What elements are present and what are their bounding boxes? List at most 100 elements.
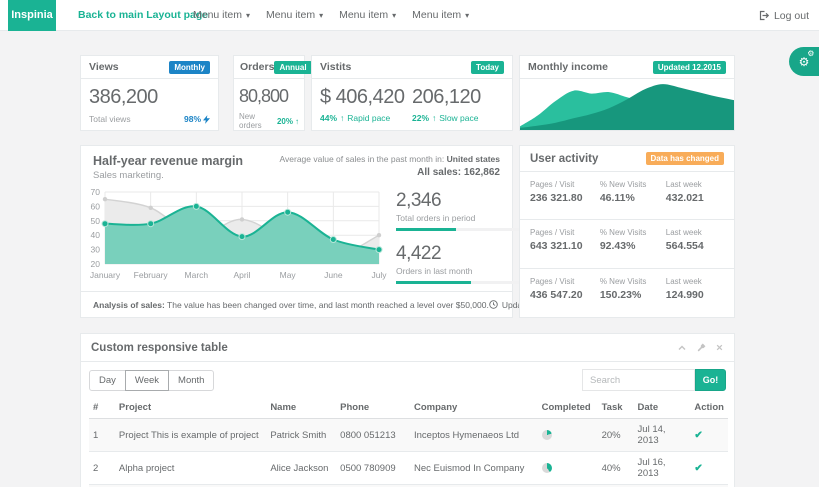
menu-item[interactable]: Menu item (412, 0, 469, 31)
user-activity-cell-label: Pages / Visit (530, 228, 600, 237)
level-up-icon (340, 113, 344, 123)
svg-text:40: 40 (91, 230, 101, 240)
user-activity-cell-label: Last week (666, 277, 724, 286)
views-card-title: Views (89, 61, 119, 73)
monthly-income-card: Monthly income Updated 12.2015 (519, 55, 735, 131)
go-button[interactable]: Go! (695, 369, 726, 391)
vistits-metric-1-label: Rapid pace (347, 113, 390, 123)
level-up-icon (295, 117, 299, 126)
orders-in-period-label: Total orders in period (396, 213, 521, 223)
user-activity-cell-value: 436 547.20 (530, 289, 600, 301)
user-activity-cell-label: % New Visits (600, 228, 666, 237)
cell-task: 20% (598, 419, 634, 452)
svg-text:60: 60 (91, 201, 101, 211)
user-activity-cell: Last week432.021 (666, 180, 724, 219)
user-activity-cell-value: 92.43% (600, 240, 666, 252)
avg-sales-country: United states (447, 154, 500, 164)
user-activity-cell-value: 124.990 (666, 289, 724, 301)
user-activity-cell-value: 432.021 (666, 192, 724, 204)
filter-week-button[interactable]: Week (125, 370, 169, 391)
level-up-icon (432, 113, 436, 123)
user-activity-cell-value: 150.23% (600, 289, 666, 301)
column-header: # (89, 398, 115, 419)
cell-completed (538, 419, 598, 452)
all-sales-value: All sales: 162,862 (280, 167, 501, 178)
svg-text:April: April (233, 270, 250, 280)
user-activity-cell: Pages / Visit 436 547.20 (530, 277, 600, 317)
table-row: 2Alpha projectAlice Jackson0500 780909Ne… (89, 452, 728, 485)
vistits-metric-1: 44% (320, 113, 337, 123)
cell-company: Inceptos Hymenaeos Ltd (410, 419, 538, 452)
wrench-icon[interactable] (696, 343, 706, 353)
menu-item[interactable]: Menu item (193, 0, 250, 31)
revenue-panel-subtitle: Sales marketing. (93, 170, 243, 181)
range-filter-group: DayWeekMonth (89, 370, 213, 391)
menu-item-label: Menu item (193, 9, 242, 21)
user-activity-panel: User activity Data has changed Pages / V… (519, 145, 735, 318)
filter-month-button[interactable]: Month (168, 370, 214, 391)
user-activity-cell: Last week 564.554 (666, 228, 724, 267)
cell-date: Jul 14, 2013 (634, 419, 691, 452)
caret-down-icon (388, 9, 396, 21)
user-activity-cell-label: Last week (666, 228, 724, 237)
logout-button[interactable]: Log out (758, 0, 809, 31)
collapse-chevron-up-icon[interactable] (677, 343, 687, 352)
user-activity-cell-value: 46.11% (600, 192, 666, 204)
user-activity-cell-value: 236 321.80 (530, 192, 600, 204)
monthly-income-title: Monthly income (528, 61, 608, 73)
projects-table: #ProjectNamePhoneCompanyCompletedTaskDat… (89, 398, 728, 487)
user-activity-cell-label: % New Visits (600, 180, 666, 189)
cell-name: Patrick Smith (266, 419, 336, 452)
user-activity-cell: Last week 124.990 (666, 277, 724, 317)
orders-in-period-progress (396, 228, 521, 231)
vistits-metric-2-label: Slow pace (439, 113, 478, 123)
cell-company: Nec Euismod In Company (410, 452, 538, 485)
svg-text:May: May (280, 270, 297, 280)
orders-in-period-value: 2,346 (396, 190, 521, 212)
page: Inspinia Back to main Layout page Menu i… (0, 0, 819, 487)
bolt-icon (203, 115, 210, 124)
cell-phone: 0500 780909 (336, 452, 410, 485)
svg-text:February: February (134, 270, 169, 280)
user-activity-cell-label: Pages / Visit (530, 180, 600, 189)
sign-out-icon (758, 10, 769, 21)
svg-text:July: July (371, 270, 387, 280)
caret-down-icon (315, 9, 323, 21)
user-activity-cell-label: Pages / Visit (530, 277, 600, 286)
close-icon[interactable] (715, 343, 724, 352)
views-metric: 98% (184, 114, 201, 124)
views-label: Total views (89, 114, 131, 124)
custom-table-title: Custom responsive table (91, 342, 228, 354)
column-header: Action (690, 398, 728, 419)
table-header-row: #ProjectNamePhoneCompanyCompletedTaskDat… (89, 398, 728, 419)
orders-last-month-progress (396, 281, 521, 284)
user-activity-cell-value: 564.554 (666, 240, 724, 252)
menu-item[interactable]: Menu item (266, 0, 323, 31)
vistits-card-title: Vistits (320, 61, 351, 73)
cell-date: Jul 16, 2013 (634, 452, 691, 485)
back-to-layout-link[interactable]: Back to main Layout page (78, 0, 208, 31)
menu-item-label: Menu item (266, 9, 315, 21)
svg-text:June: June (324, 270, 343, 280)
orders-last-month-value: 4,422 (396, 243, 521, 265)
vistits-value-2: 206,120 (412, 86, 504, 109)
pie-chart-icon (542, 463, 552, 473)
search-input[interactable] (582, 369, 695, 391)
brand-logo[interactable]: Inspinia (8, 0, 56, 31)
cell-num: 1 (89, 419, 115, 452)
cell-project: Alpha project (115, 452, 266, 485)
user-activity-cell-label: % New Visits (600, 277, 666, 286)
analysis-label: Analysis of sales: (93, 300, 165, 310)
theme-settings-button[interactable] (789, 47, 819, 76)
top-navbar: Inspinia Back to main Layout page Menu i… (0, 0, 819, 31)
menu-item[interactable]: Menu item (339, 0, 396, 31)
cell-completed (538, 452, 598, 485)
filter-day-button[interactable]: Day (89, 370, 126, 391)
analysis-text: Analysis of sales: The value has been ch… (93, 300, 489, 310)
avg-sales-label: Average value of sales in the past month… (280, 154, 445, 164)
column-header: Date (634, 398, 691, 419)
orders-value: 80,800 (239, 86, 299, 107)
caret-down-icon (461, 9, 469, 21)
pie-chart-icon (542, 430, 552, 440)
column-header: Company (410, 398, 538, 419)
